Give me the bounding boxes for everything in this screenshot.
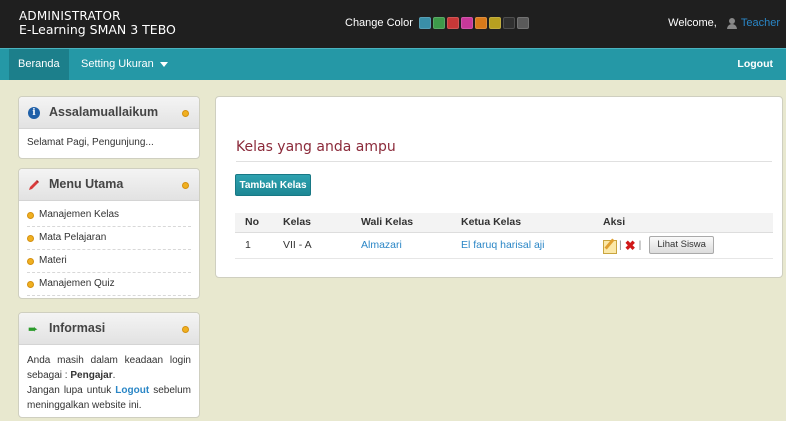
info-icon: i — [28, 107, 40, 119]
brand-role: ADMINISTRATOR — [19, 9, 121, 23]
change-color-label: Change Color — [345, 17, 413, 29]
menu-item-materi[interactable]: Materi — [27, 250, 191, 273]
main-navbar: Beranda Setting Ukuran Logout — [0, 48, 786, 80]
brand: ADMINISTRATOR E-Learning SMAN 3 TEBO — [19, 9, 176, 37]
cell-kelas: VII - A — [273, 232, 351, 259]
color-swatch-pink[interactable] — [460, 17, 473, 29]
welcome-area: Welcome, Teacher — [668, 17, 780, 29]
column-header-no: No — [235, 213, 273, 233]
cell-aksi: | ✖ | Lihat Siswa — [593, 232, 773, 259]
collapse-dot-icon[interactable] — [183, 111, 188, 116]
color-swatch-orange[interactable] — [474, 17, 487, 29]
greeting-title: Assalamuallaikum — [49, 105, 159, 119]
table-header-row: No Kelas Wali Kelas Ketua Kelas Aksi — [235, 213, 773, 233]
color-swatch-black[interactable] — [502, 17, 515, 29]
pencil-icon — [29, 180, 39, 190]
greeting-header: i Assalamuallaikum — [19, 97, 199, 129]
menu-item-manajemen-quiz[interactable]: Manajemen Quiz — [27, 273, 191, 296]
delete-icon[interactable]: ✖ — [625, 239, 636, 252]
nav-beranda[interactable]: Beranda — [9, 49, 69, 80]
chevron-down-icon — [159, 61, 168, 67]
user-icon — [726, 17, 737, 29]
collapse-dot-icon[interactable] — [183, 183, 188, 188]
cell-wali-kelas-link[interactable]: Almazari — [351, 232, 451, 259]
brand-site-name: E-Learning SMAN 3 TEBO — [19, 22, 176, 37]
main-menu-list: Manajemen Kelas Mata Pelajaran Materi Ma… — [19, 201, 199, 296]
tambah-kelas-button[interactable]: Tambah Kelas — [235, 174, 311, 196]
color-swatch-olive[interactable] — [488, 17, 501, 29]
kelas-table: No Kelas Wali Kelas Ketua Kelas Aksi 1 V… — [235, 213, 773, 259]
collapse-dot-icon[interactable] — [183, 327, 188, 332]
color-swatch-red[interactable] — [446, 17, 459, 29]
info-header: ➨ Informasi — [19, 313, 199, 345]
info-logout-link[interactable]: Logout — [115, 385, 149, 396]
main-menu-panel: Menu Utama Manajemen Kelas Mata Pelajara… — [18, 168, 200, 299]
edit-icon[interactable] — [603, 239, 617, 254]
cell-ketua-kelas-link[interactable]: El faruq harisal aji — [451, 232, 593, 259]
nav-setting-ukuran[interactable]: Setting Ukuran — [72, 49, 177, 80]
column-header-kelas: Kelas — [273, 213, 351, 233]
greeting-text: Selamat Pagi, Pengunjung... — [27, 137, 154, 148]
color-swatch-green[interactable] — [432, 17, 445, 29]
column-header-ketua-kelas: Ketua Kelas — [451, 213, 593, 233]
greeting-panel: i Assalamuallaikum Selamat Pagi, Pengunj… — [18, 96, 200, 159]
arrow-right-icon: ➨ — [28, 322, 39, 336]
lihat-siswa-button[interactable]: Lihat Siswa — [649, 236, 714, 254]
info-panel: ➨ Informasi Anda masih dalam keadaan log… — [18, 312, 200, 418]
nav-setting-label: Setting Ukuran — [81, 58, 154, 70]
main-menu-header: Menu Utama — [19, 169, 199, 201]
table-row: 1 VII - A Almazari El faruq harisal aji … — [235, 232, 773, 259]
change-color-group: Change Color — [345, 17, 531, 29]
logout-link[interactable]: Logout — [728, 49, 782, 80]
color-swatch-teal[interactable] — [418, 17, 431, 29]
menu-item-mata-pelajaran[interactable]: Mata Pelajaran — [27, 227, 191, 250]
page-title: Kelas yang anda ampu — [236, 139, 396, 155]
menu-item-manajemen-kelas[interactable]: Manajemen Kelas — [27, 204, 191, 227]
info-text: Anda masih dalam keadaan login sebagai :… — [27, 355, 192, 411]
row-actions: | ✖ | Lihat Siswa — [603, 236, 773, 254]
info-title: Informasi — [49, 321, 106, 335]
action-separator: | — [619, 239, 622, 251]
user-name-link[interactable]: Teacher — [741, 17, 780, 29]
column-header-wali-kelas: Wali Kelas — [351, 213, 451, 233]
main-menu-title: Menu Utama — [49, 177, 124, 191]
column-header-aksi: Aksi — [593, 213, 773, 233]
action-separator: | — [638, 239, 642, 251]
color-swatch-gray[interactable] — [516, 17, 529, 29]
info-role: Pengajar — [70, 370, 113, 381]
top-header: ADMINISTRATOR E-Learning SMAN 3 TEBO Cha… — [0, 0, 786, 48]
title-divider — [236, 161, 772, 162]
cell-no: 1 — [235, 232, 273, 259]
welcome-label: Welcome, — [668, 17, 717, 29]
info-line2-pre: Jangan lupa untuk — [27, 385, 112, 396]
main-content-panel: Kelas yang anda ampu Tambah Kelas No Kel… — [215, 96, 783, 278]
